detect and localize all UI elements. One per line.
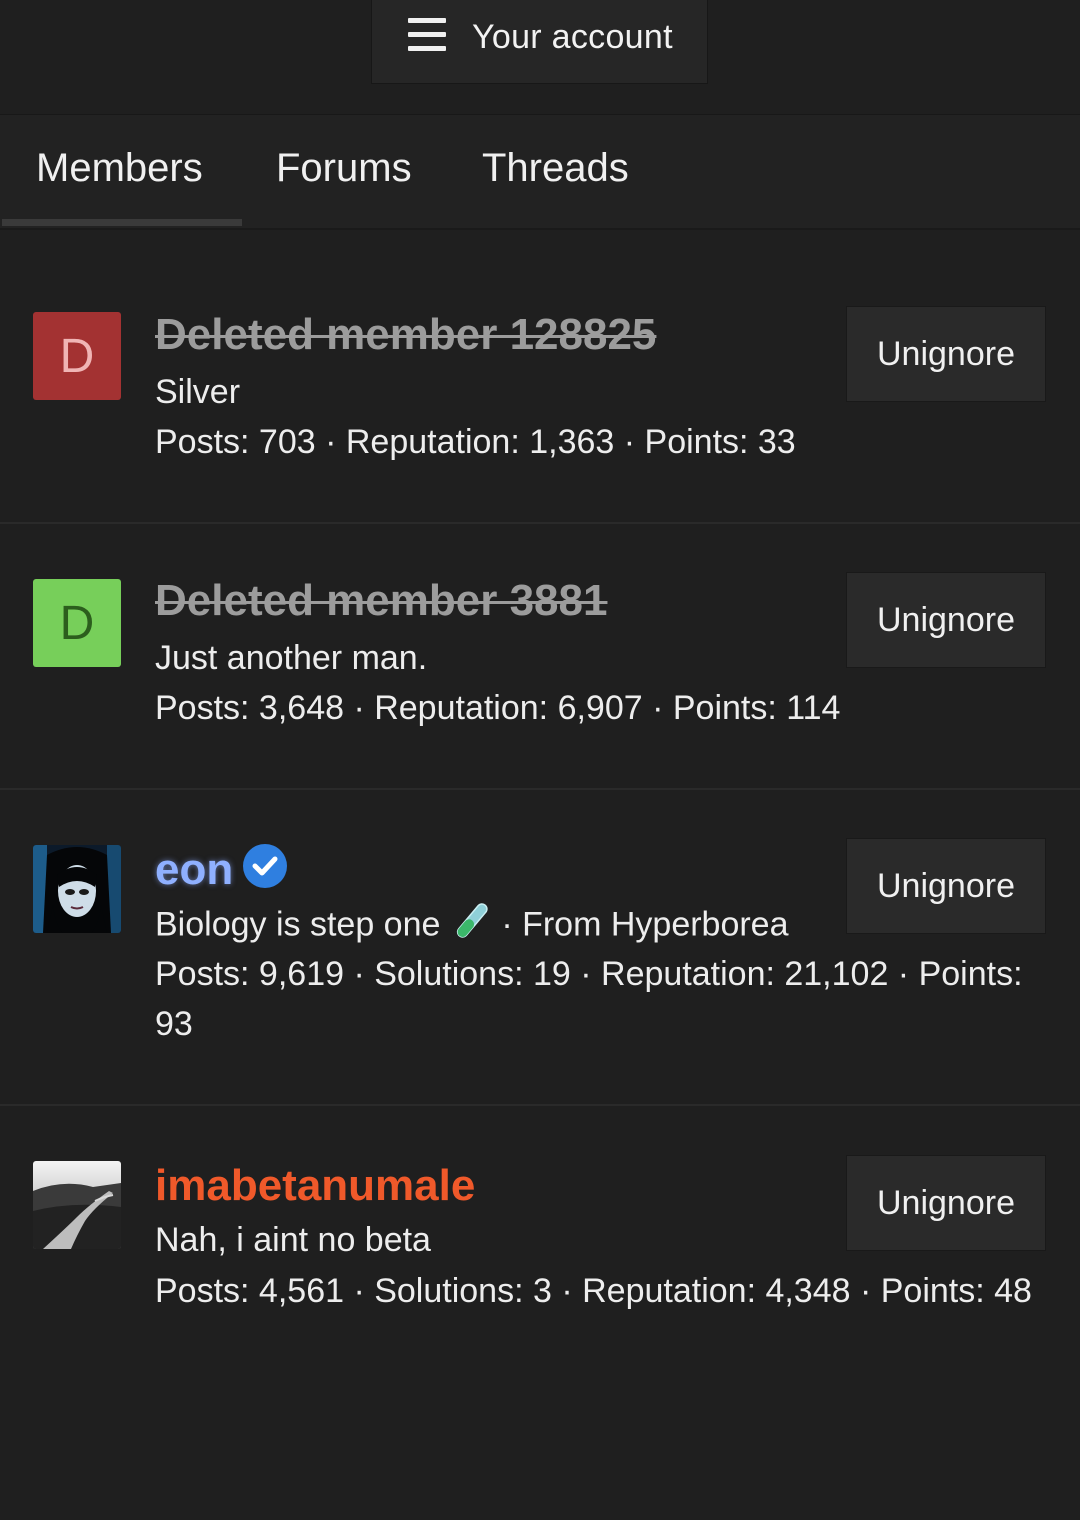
tab-threads[interactable]: Threads <box>482 146 629 191</box>
avatar[interactable] <box>33 1161 121 1249</box>
menu-icon <box>408 18 446 52</box>
test-tube-icon <box>450 902 492 951</box>
tab-members[interactable]: Members <box>36 146 203 191</box>
member-row: eon Biology is step one · From Hyperbore… <box>0 790 1080 1106</box>
member-stats: Posts: 3,648 · Reputation: 6,907 · Point… <box>155 689 841 727</box>
unignore-button[interactable]: Unignore <box>846 306 1046 402</box>
verified-badge-icon <box>243 844 287 888</box>
tab-bar: Members Forums Threads <box>0 115 1080 230</box>
member-title: Silver <box>155 373 241 411</box>
member-name[interactable]: Deleted member 3881 <box>155 576 607 626</box>
member-location: · From Hyperborea <box>501 905 789 944</box>
member-name[interactable]: eon <box>155 845 233 895</box>
member-title: Nah, i aint no beta <box>155 1221 431 1259</box>
unignore-button[interactable]: Unignore <box>846 838 1046 934</box>
top-bar: Your account <box>0 0 1080 116</box>
your-account-button[interactable]: Your account <box>371 0 708 84</box>
active-tab-indicator <box>2 219 242 226</box>
avatar[interactable] <box>33 845 121 933</box>
member-title: Just another man. <box>155 639 428 677</box>
member-name[interactable]: Deleted member 128825 <box>155 310 656 360</box>
member-stats: Posts: 703 · Reputation: 1,363 · Points:… <box>155 423 796 461</box>
member-stats: Posts: 4,561 · Solutions: 3 · Reputation… <box>155 1272 1032 1310</box>
member-row: D Deleted member 128825 Silver Posts: 70… <box>0 230 1080 524</box>
tab-forums[interactable]: Forums <box>276 146 412 191</box>
avatar[interactable]: D <box>33 579 121 667</box>
member-title: Biology is step one <box>155 905 441 944</box>
member-row: D Deleted member 3881 Just another man. … <box>0 524 1080 790</box>
account-label: Your account <box>472 18 673 56</box>
avatar-image <box>33 1161 121 1249</box>
member-title-line: Biology is step one · From Hyperborea <box>155 902 789 951</box>
unignore-button[interactable]: Unignore <box>846 1155 1046 1251</box>
avatar-letter: D <box>59 329 95 383</box>
avatar-image <box>33 845 121 933</box>
member-stats: Posts: 9,619 · Solutions: 19 · Reputatio… <box>155 955 1023 1043</box>
avatar-letter: D <box>59 596 95 650</box>
member-name[interactable]: imabetanumale <box>155 1161 475 1211</box>
member-row: imabetanumale Nah, i aint no beta Posts:… <box>0 1106 1080 1426</box>
avatar[interactable]: D <box>33 312 121 400</box>
unignore-button[interactable]: Unignore <box>846 572 1046 668</box>
